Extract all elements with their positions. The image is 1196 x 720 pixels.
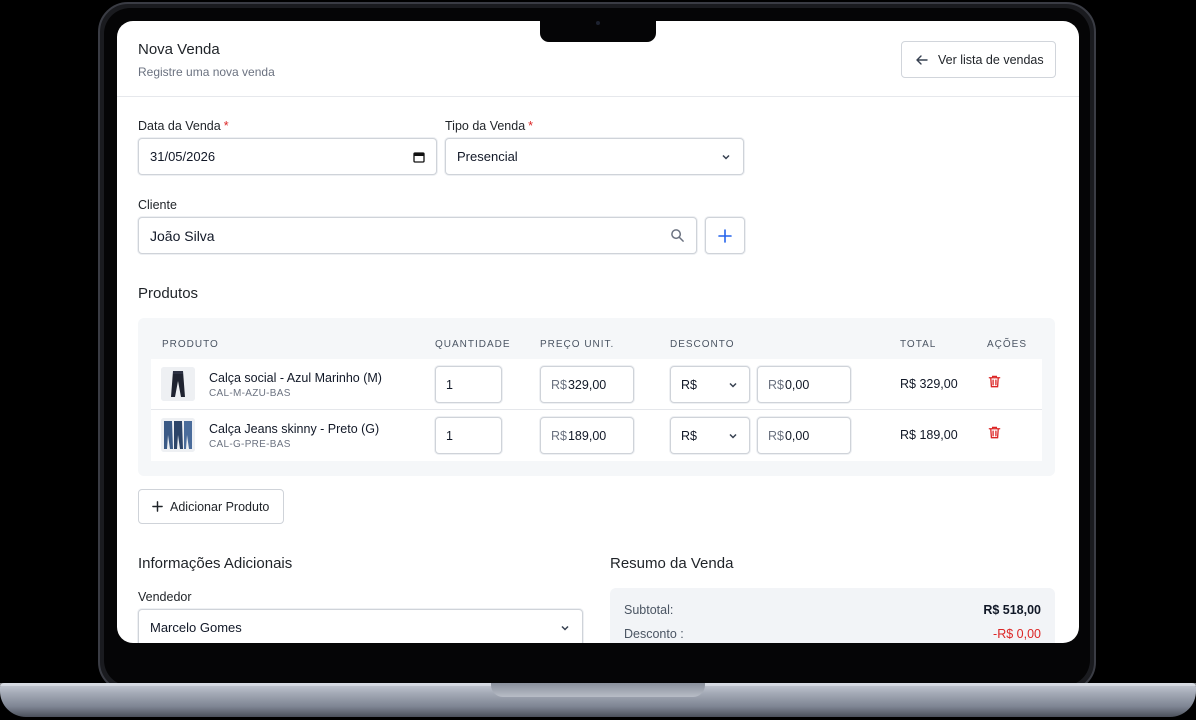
discount-total-value: -R$ 0,00 (993, 627, 1041, 641)
client-label: Cliente (138, 198, 177, 212)
product-sku: CAL-M-AZU-BAS (209, 388, 291, 399)
calendar-icon[interactable] (413, 151, 425, 163)
product-name: Calça social - Azul Marinho (M) (209, 371, 382, 385)
products-table: PRODUTO QUANTIDADE PREÇO UNIT. DESCONTO … (138, 318, 1055, 476)
column-header-product: PRODUTO (162, 339, 219, 350)
required-mark: * (223, 119, 229, 133)
discount-value-input[interactable]: R$ 0,00 (757, 417, 851, 454)
product-thumbnail (161, 367, 195, 401)
column-header-quantity: QUANTIDADE (435, 339, 511, 350)
discount-row: Desconto : -R$ 0,00 (624, 627, 1041, 641)
discount-value-input[interactable]: R$ 0,00 (757, 366, 851, 403)
sale-date-label: Data da Venda * (138, 119, 229, 133)
product-sku: CAL-G-PRE-BAS (209, 439, 291, 450)
unit-price-value: 329,00 (567, 377, 607, 392)
discount-label: Desconto : (624, 627, 684, 641)
chevron-down-icon (729, 433, 737, 439)
discount-type-select[interactable]: R$ (670, 366, 750, 403)
trash-icon[interactable] (987, 374, 1002, 389)
sale-date-value: 31/05/2026 (150, 149, 216, 164)
quantity-value: 1 (446, 428, 453, 443)
trash-icon[interactable] (987, 425, 1002, 440)
discount-value: 0,00 (784, 428, 810, 443)
trousers-icon (161, 367, 195, 401)
subtotal-row: Subtotal: R$ 518,00 (624, 603, 1041, 617)
sale-summary-title: Resumo da Venda (610, 555, 734, 572)
sales-list-button[interactable]: Ver lista de vendas (901, 41, 1056, 78)
laptop-hinge-notch (491, 683, 705, 697)
camera-icon (596, 21, 600, 25)
quantity-input[interactable]: 1 (435, 417, 502, 454)
chevron-down-icon (561, 625, 569, 631)
currency-prefix: R$ (768, 377, 784, 392)
currency-prefix: R$ (551, 377, 567, 392)
subtotal-label: Subtotal: (624, 603, 674, 617)
quantity-value: 1 (446, 377, 453, 392)
arrow-left-icon (916, 54, 928, 65)
quantity-input[interactable]: 1 (435, 366, 502, 403)
discount-type-select[interactable]: R$ (670, 417, 750, 454)
app-screen: Nova Venda Registre uma nova venda Ver l… (117, 21, 1079, 643)
column-header-total: TOTAL (900, 339, 937, 350)
sale-type-select[interactable]: Presencial (445, 138, 744, 175)
column-header-discount: DESCONTO (670, 339, 735, 350)
column-header-unit-price: PREÇO UNIT. (540, 339, 615, 350)
page-title: Nova Venda (138, 41, 220, 58)
row-total: R$ 189,00 (900, 428, 958, 442)
unit-price-value: 189,00 (567, 428, 607, 443)
add-product-button-label: Adicionar Produto (170, 499, 270, 514)
sale-date-label-text: Data da Venda (138, 119, 221, 133)
seller-value: Marcelo Gomes (150, 620, 242, 635)
unit-price-input[interactable]: R$ 189,00 (540, 417, 634, 454)
sale-type-value: Presencial (457, 149, 518, 164)
sales-list-button-label: Ver lista de vendas (938, 52, 1044, 67)
subtotal-value: R$ 518,00 (983, 603, 1041, 617)
table-row: Calça Jeans skinny - Preto (G) CAL-G-PRE… (151, 410, 1042, 461)
row-total: R$ 329,00 (900, 377, 958, 391)
add-product-button[interactable]: Adicionar Produto (138, 489, 284, 524)
discount-type-value: R$ (681, 428, 697, 443)
sale-type-label: Tipo da Venda * (445, 119, 533, 133)
laptop-mockup: Nova Venda Registre uma nova venda Ver l… (0, 0, 1196, 720)
add-client-button[interactable] (705, 217, 745, 254)
currency-prefix: R$ (768, 428, 784, 443)
additional-info-title: Informações Adicionais (138, 555, 293, 572)
client-value: João Silva (150, 227, 215, 244)
chevron-down-icon (729, 382, 737, 388)
currency-prefix: R$ (551, 428, 567, 443)
discount-type-value: R$ (681, 377, 697, 392)
client-search-input[interactable]: João Silva (138, 217, 697, 254)
seller-select[interactable]: Marcelo Gomes (138, 609, 583, 643)
sale-date-input[interactable]: 31/05/2026 (138, 138, 437, 175)
jeans-icon (161, 418, 195, 452)
product-name: Calça Jeans skinny - Preto (G) (209, 422, 380, 436)
plus-icon (152, 501, 163, 512)
unit-price-input[interactable]: R$ 329,00 (540, 366, 634, 403)
products-section-title: Produtos (138, 285, 199, 302)
column-header-actions: AÇÕES (987, 339, 1028, 350)
chevron-down-icon (722, 154, 730, 160)
product-thumbnail (161, 418, 195, 452)
search-icon[interactable] (670, 228, 685, 243)
sale-summary-panel: Subtotal: R$ 518,00 Desconto : -R$ 0,00 (610, 588, 1055, 643)
sale-type-label-text: Tipo da Venda (445, 119, 526, 133)
discount-value: 0,00 (784, 377, 810, 392)
required-mark: * (528, 119, 534, 133)
page-subtitle: Registre uma nova venda (138, 65, 275, 79)
plus-icon (718, 228, 732, 243)
table-row: Calça social - Azul Marinho (M) CAL-M-AZ… (151, 359, 1042, 410)
seller-label: Vendedor (138, 590, 192, 604)
